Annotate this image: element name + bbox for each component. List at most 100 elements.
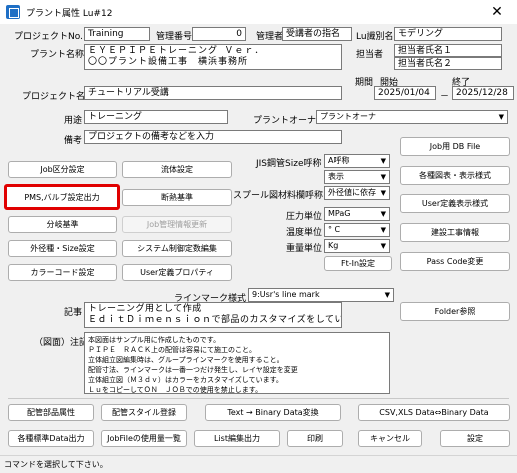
ok-button[interactable]: 設定: [440, 430, 510, 447]
spool-select[interactable]: 外径値に依存 ▼: [324, 186, 390, 200]
owner-select[interactable]: プラントオーナ ▼: [316, 110, 508, 124]
display-select-value: 表示: [328, 172, 344, 181]
job-usage-button[interactable]: JobFileの使用量一覧: [101, 430, 187, 447]
period-label: 期間: [355, 78, 374, 88]
pms-valve-button[interactable]: PMS,バルブ設定出力: [4, 184, 120, 210]
pressure-select[interactable]: MPaG ▼: [324, 207, 390, 221]
alias-field[interactable]: モデリング: [394, 27, 502, 41]
user-display-button[interactable]: User定義表示様式: [400, 194, 510, 213]
chevron-down-icon: ▼: [498, 113, 504, 121]
chevron-down-icon: ▼: [380, 210, 386, 218]
chevron-down-icon: ▼: [380, 242, 386, 250]
period-start-field[interactable]: 2025/01/04: [374, 86, 436, 100]
jis-select-value: A呼称: [328, 156, 350, 165]
manager-label: 管理者: [256, 32, 284, 42]
line-mark-select[interactable]: 9:Usr's line mark ▼: [248, 288, 394, 302]
cancel-button[interactable]: キャンセル: [358, 430, 422, 447]
period-dash: －: [440, 92, 450, 102]
close-button[interactable]: ✕: [477, 0, 517, 24]
weight-select-value: Kg: [328, 241, 339, 250]
drawing-notes-line: 本図面はサンプル用に作成したものです。: [88, 336, 221, 344]
drawing-notes-line: 配管寸法、ラインマークは一番一つだけ発生し、レイヤ設定を変更: [88, 366, 298, 374]
chevron-down-icon: ▼: [384, 291, 390, 299]
notes-label: 記事: [64, 308, 83, 318]
title-bar: プラント属性 Lu#12 ✕: [0, 0, 517, 24]
od-size-button[interactable]: 外径種・Size設定: [8, 240, 117, 257]
person1-field[interactable]: 担当者氏名１: [394, 44, 502, 57]
ftin-button[interactable]: Ft-In設定: [324, 256, 392, 271]
chevron-down-icon: ▼: [380, 226, 386, 234]
plant-name-label: プラント名称: [30, 50, 85, 60]
flow-button[interactable]: 流体設定: [122, 161, 232, 178]
temp-select[interactable]: ° C ▼: [324, 223, 390, 237]
manager-field[interactable]: 受講者の指名: [282, 27, 352, 41]
window-title: プラント属性 Lu#12: [26, 8, 113, 19]
divider: [8, 398, 509, 399]
mgmt-no-label: 管理番号: [156, 32, 193, 42]
project-no-field[interactable]: Training: [84, 27, 150, 41]
piping-attr-button[interactable]: 配管部品属性: [8, 404, 94, 421]
owner-select-value: プラントオーナ: [320, 112, 376, 121]
person2-field[interactable]: 担当者氏名２: [394, 57, 502, 70]
job-db-button[interactable]: Job用 DB File: [400, 137, 510, 156]
pressure-select-value: MPaG: [328, 209, 351, 218]
plant-name-line2: 〇〇プラント設備工事 横浜事務所: [88, 57, 249, 67]
project-name-label: プロジェクト名: [22, 92, 86, 102]
chevron-down-icon: ▼: [380, 189, 386, 197]
drawing-notes-line: 立体組立図編集時は、グループラインマークを使用すること。: [88, 356, 284, 364]
folder-ref-button[interactable]: Folder参照: [400, 302, 510, 321]
weight-label: 重量単位: [286, 244, 323, 254]
status-bar: コマンドを選択して下さい。: [0, 455, 517, 473]
drawing-display-button[interactable]: 各種図表・表示様式: [400, 166, 510, 185]
period-end-field[interactable]: 2025/12/28: [452, 86, 514, 100]
drawing-notes-line: ＰＩＰＥ ＲＡＣＫ上の配管は容易にて施工のこと。: [88, 346, 256, 354]
spool-label: スプール図材料欄呼称: [233, 191, 324, 201]
temp-select-value: ° C: [328, 225, 341, 234]
system-ctrl-button[interactable]: システム制御定数編集: [122, 240, 232, 257]
chevron-down-icon: ▼: [380, 157, 386, 165]
text-binary-button[interactable]: Text → Binary Data変換: [205, 404, 341, 421]
insulation-button[interactable]: 断熱基準: [122, 189, 232, 206]
notes-field[interactable]: トレーニング用として作成 ＥｄｉｔＤｉｍｅｎｓｉｏｎで部品のカスタマイズをしてい…: [84, 302, 342, 328]
user-prop-button[interactable]: User定義プロパティ: [122, 264, 232, 281]
pressure-label: 圧力単位: [286, 212, 323, 222]
temp-label: 温度単位: [286, 228, 323, 238]
list-edit-button[interactable]: List編集出力: [194, 430, 280, 447]
drawing-notes-label: （図面）注記: [34, 338, 89, 348]
project-no-label: プロジェクトNo.: [14, 32, 83, 42]
line-mark-select-value: 9:Usr's line mark: [252, 290, 320, 299]
display-select[interactable]: 表示 ▼: [324, 170, 390, 184]
std-data-button[interactable]: 各種標準Data出力: [8, 430, 94, 447]
chevron-down-icon: ▼: [380, 173, 386, 181]
drawing-notes-line: ＬｕをコピーしてＯＮ ＪＯＢでの使用を禁止します。: [88, 386, 263, 394]
piping-style-button[interactable]: 配管スタイル登録: [101, 404, 187, 421]
spool-select-value: 外径値に依存: [328, 188, 376, 197]
alias-label: Lu識別名: [356, 32, 394, 42]
mgmt-no-field[interactable]: 0: [192, 27, 246, 41]
remarks-label: 備考: [64, 136, 83, 146]
notes-line1: トレーニング用として作成: [88, 304, 202, 314]
app-icon: [6, 5, 20, 19]
notes-line2: ＥｄｉｔＤｉｍｅｎｓｉｏｎで部品のカスタマイズをしています。: [88, 315, 341, 325]
jis-label: JIS鋼管Size呼称: [256, 159, 322, 169]
color-code-button[interactable]: カラーコード設定: [8, 264, 117, 281]
owner-label: プラントオーナ: [253, 116, 317, 126]
job-mgmt-button: Job管理情報更新: [122, 216, 232, 233]
weight-select[interactable]: Kg ▼: [324, 239, 390, 253]
print-button[interactable]: 印刷: [287, 430, 343, 447]
usage-label: 用途: [64, 116, 83, 126]
person-label: 担当者: [356, 50, 384, 60]
classification-button[interactable]: 分岐基準: [8, 216, 117, 233]
job-division-button[interactable]: Job区分設定: [8, 161, 117, 178]
usage-field[interactable]: トレーニング: [84, 110, 228, 124]
pass-code-button[interactable]: Pass Code変更: [400, 252, 510, 271]
drawing-notes-line: 立体組立図（Ｍ３ｄｖ）はカラーをカスタマイズしています。: [88, 376, 283, 384]
plant-name-field[interactable]: ＥＹＥＰＩＰＥトレーニング Ｖｅｒ． 〇〇プラント設備工事 横浜事務所: [84, 44, 342, 70]
project-name-field[interactable]: チュートリアル受講: [84, 86, 342, 100]
csv-binary-button[interactable]: CSV,XLS Data⇔Binary Data: [358, 404, 510, 421]
construction-button[interactable]: 建設工事情報: [400, 223, 510, 242]
drawing-notes-field[interactable]: 本図面はサンプル用に作成したものです。 ＰＩＰＥ ＲＡＣＫ上の配管は容易にて施工…: [84, 332, 390, 394]
remarks-field[interactable]: プロジェクトの備考などを入力: [84, 130, 342, 144]
plant-name-line1: ＥＹＥＰＩＰＥトレーニング Ｖｅｒ．: [88, 46, 265, 56]
jis-select[interactable]: A呼称 ▼: [324, 154, 390, 168]
